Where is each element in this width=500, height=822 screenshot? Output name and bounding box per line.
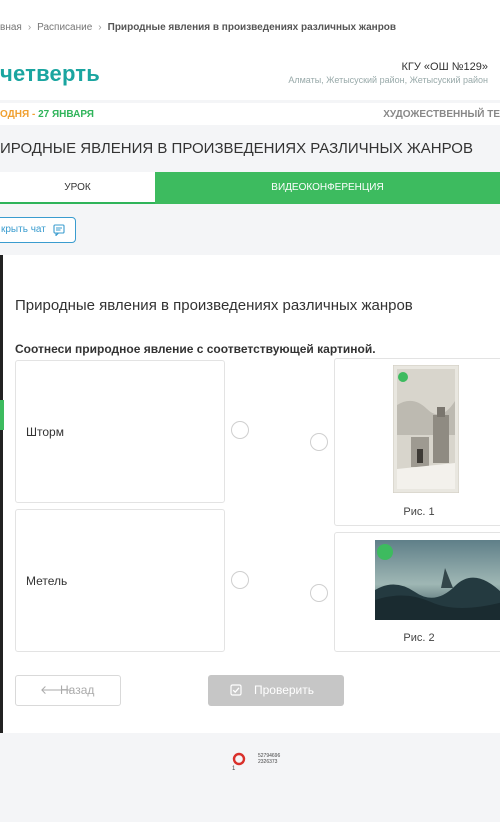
date-bar: ОДНЯ - 27 ЯНВАРЯ ХУДОЖЕСТВЕННЫЙ ТЕ — [0, 103, 500, 125]
picture-card-1[interactable]: Рис. 1 — [334, 358, 500, 526]
breadcrumb-schedule[interactable]: Расписание — [37, 22, 92, 33]
tab-videoconference[interactable]: ВИДЕОКОНФЕРЕНЦИЯ — [155, 172, 500, 204]
open-chat-button[interactable]: крыть чат — [0, 217, 76, 243]
winter-town-painting-icon — [393, 365, 459, 493]
footer-code-line2: 2326373 — [258, 759, 278, 765]
breadcrumb-current: Природные явления в произведениях различ… — [107, 22, 397, 33]
footer-code: 52794696 2326373 — [258, 753, 280, 765]
task-title: Природные явления в произведениях различ… — [15, 297, 413, 314]
term-connector-storm[interactable] — [231, 421, 249, 439]
check-button-label: Проверить — [254, 683, 315, 697]
picture-connector-1[interactable] — [310, 433, 328, 451]
lesson-title: ИРОДНЫЕ ЯВЛЕНИЯ В ПРОИЗВЕДЕНИЯХ РАЗЛИЧНЫ… — [0, 140, 473, 157]
breadcrumb: вная › Расписание › Природные явления в прои… — [0, 0, 500, 52]
today-date: 27 ЯНВАРЯ — [38, 109, 94, 120]
school-name: КГУ «ОШ №129» — [401, 61, 489, 73]
picture-connector-2[interactable] — [310, 584, 328, 602]
term-card-storm[interactable]: Шторм — [15, 360, 225, 503]
picture-card-2[interactable]: Рис. 2 — [334, 532, 500, 652]
tab-lesson[interactable]: УРОК — [0, 172, 155, 204]
chevron-right-icon: › — [98, 22, 102, 33]
check-button[interactable]: Проверить — [208, 675, 344, 706]
footer-logo-icon — [232, 752, 246, 766]
logo[interactable]: четверть — [0, 61, 100, 87]
subject-name: ХУДОЖЕСТВЕННЫЙ ТЕ — [383, 109, 500, 120]
term-card-blizzard[interactable]: Метель — [15, 509, 225, 652]
today-label: ОДНЯ - 27 ЯНВАРЯ — [0, 109, 94, 120]
chat-icon — [53, 224, 65, 236]
open-chat-label: крыть чат — [1, 224, 46, 235]
stormy-sea-painting-icon — [375, 540, 500, 620]
breadcrumb-home[interactable]: вная — [0, 22, 22, 33]
school-info: КГУ «ОШ №129» Алматы, Жетысуский район, … — [288, 61, 488, 85]
back-button[interactable]: 🡐 Назад — [15, 675, 121, 706]
progress-marker — [0, 400, 4, 430]
term-label: Метель — [26, 574, 68, 588]
term-label: Шторм — [26, 425, 64, 439]
picture-caption-1: Рис. 1 — [403, 506, 435, 518]
term-connector-blizzard[interactable] — [231, 571, 249, 589]
header: четверть КГУ «ОШ №129» Алматы, Жетысуски… — [0, 52, 500, 100]
arrow-left-icon: 🡐 — [40, 683, 73, 697]
checkbox-icon — [230, 684, 242, 696]
chevron-right-icon: › — [27, 22, 32, 33]
today-prefix: ОДНЯ - — [0, 109, 39, 120]
school-address: Алматы, Жетысуский район, Жетысуский рай… — [288, 75, 488, 85]
picture-caption-2: Рис. 2 — [403, 632, 435, 644]
task-instruction: Соотнеси природное явление с соответству… — [15, 342, 376, 356]
tabs: УРОК ВИДЕОКОНФЕРЕНЦИЯ — [0, 172, 500, 204]
footer-sub: 1 — [232, 766, 236, 772]
